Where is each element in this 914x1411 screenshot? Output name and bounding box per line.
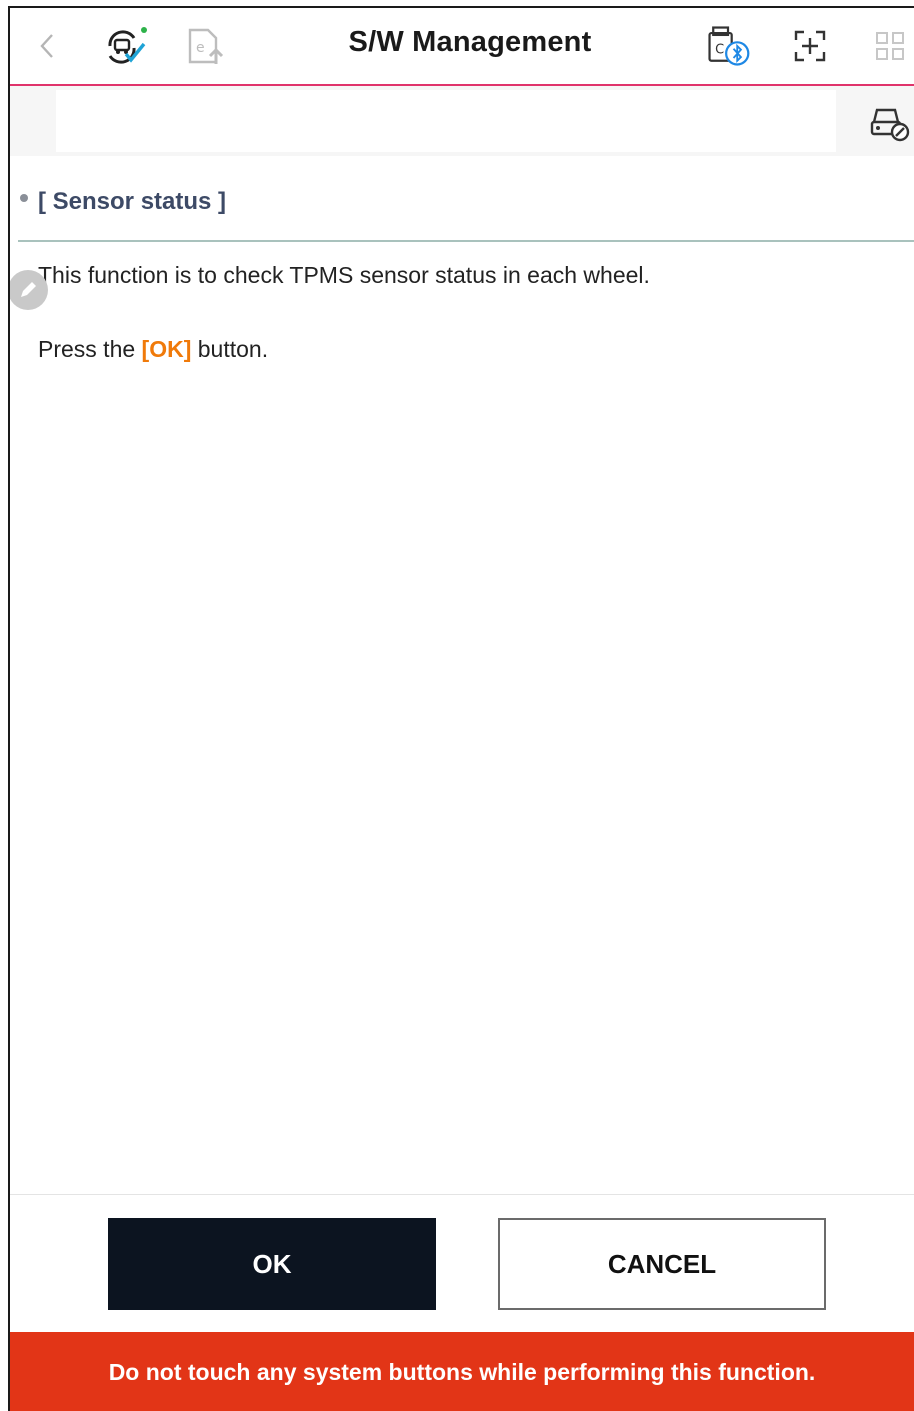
svg-text:C: C (715, 42, 724, 57)
description-text: This function is to check TPMS sensor st… (38, 262, 650, 288)
info-field (56, 90, 836, 152)
section-bullet (20, 194, 28, 202)
footer-divider (10, 1194, 914, 1195)
section-title: [ Sensor status ] (38, 188, 227, 215)
capture-icon[interactable] (786, 22, 834, 70)
top-app-bar: e S/W Management C (10, 8, 914, 86)
vehicle-check-icon[interactable] (866, 98, 912, 144)
sub-toolbar (10, 86, 914, 156)
cancel-button[interactable]: CANCEL (498, 1218, 826, 1310)
instruction-highlight: [OK] (141, 336, 192, 362)
section-divider (18, 240, 914, 242)
ok-button[interactable]: OK (108, 1218, 436, 1310)
back-icon[interactable] (24, 22, 72, 70)
grid-menu-icon[interactable] (866, 22, 914, 70)
app-window: e S/W Management C [Sensor status] Thi… (8, 6, 914, 1411)
warning-banner: Do not touch any system buttons while pe… (10, 1332, 914, 1411)
edit-icon[interactable] (10, 270, 48, 310)
page-title: S/W Management (348, 26, 592, 58)
vci-bluetooth-icon[interactable]: C (704, 22, 752, 70)
svg-text:e: e (196, 40, 205, 56)
instruction-suffix: button. (191, 336, 269, 362)
instruction-text: Press the [OK] button. (38, 336, 268, 363)
vehicle-sync-icon[interactable] (100, 22, 148, 70)
file-upload-icon[interactable]: e (180, 22, 228, 70)
instruction-prefix: Press the (38, 336, 142, 362)
